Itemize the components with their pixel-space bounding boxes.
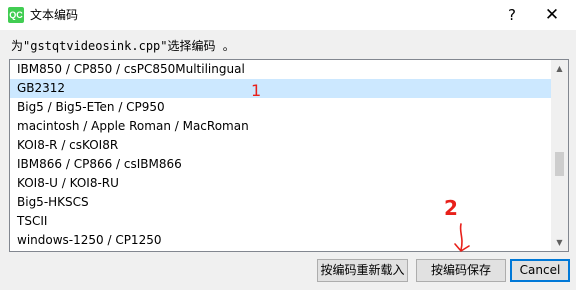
list-item-selected[interactable]: GB2312 — [10, 79, 552, 98]
list-item[interactable]: KOI8-R / csKOI8R — [10, 136, 552, 155]
list-item[interactable]: macintosh / Apple Roman / MacRoman — [10, 117, 552, 136]
window-title: 文本编码 — [30, 8, 79, 22]
list-item[interactable]: IBM866 / CP866 / csIBM866 — [10, 155, 552, 174]
list-item[interactable]: Big5-HKSCS — [10, 193, 552, 212]
annotation-arrow-icon — [454, 223, 470, 252]
annotation-number-1: 1 — [251, 81, 262, 100]
help-button[interactable]: ? — [494, 3, 530, 27]
annotation-number-2: 2 — [444, 196, 458, 220]
list-item[interactable]: Big5 / Big5-ETen / CP950 — [10, 98, 552, 117]
encoding-prompt: 为"gstqtvideosink.cpp"选择编码 。 — [11, 39, 235, 53]
save-with-encoding-button[interactable]: 按编码保存 — [416, 259, 506, 282]
list-item[interactable]: IBM850 / CP850 / csPC850Multilingual — [10, 60, 552, 79]
title-bar: QC 文本编码 ? ✕ — [0, 0, 576, 30]
list-item[interactable]: KOI8-U / KOI8-RU — [10, 174, 552, 193]
qt-creator-icon: QC — [8, 7, 24, 23]
scroll-up-arrow-icon[interactable]: ▲ — [551, 60, 568, 77]
vertical-scrollbar[interactable]: ▲ ▼ — [551, 60, 568, 251]
reload-with-encoding-button[interactable]: 按编码重新载入 — [317, 259, 408, 282]
cancel-button[interactable]: Cancel — [510, 259, 570, 282]
scroll-down-arrow-icon[interactable]: ▼ — [551, 234, 568, 251]
close-button[interactable]: ✕ — [532, 3, 572, 27]
encoding-list[interactable]: IBM850 / CP850 / csPC850Multilingual GB2… — [9, 59, 569, 252]
scrollbar-thumb[interactable] — [555, 152, 564, 176]
